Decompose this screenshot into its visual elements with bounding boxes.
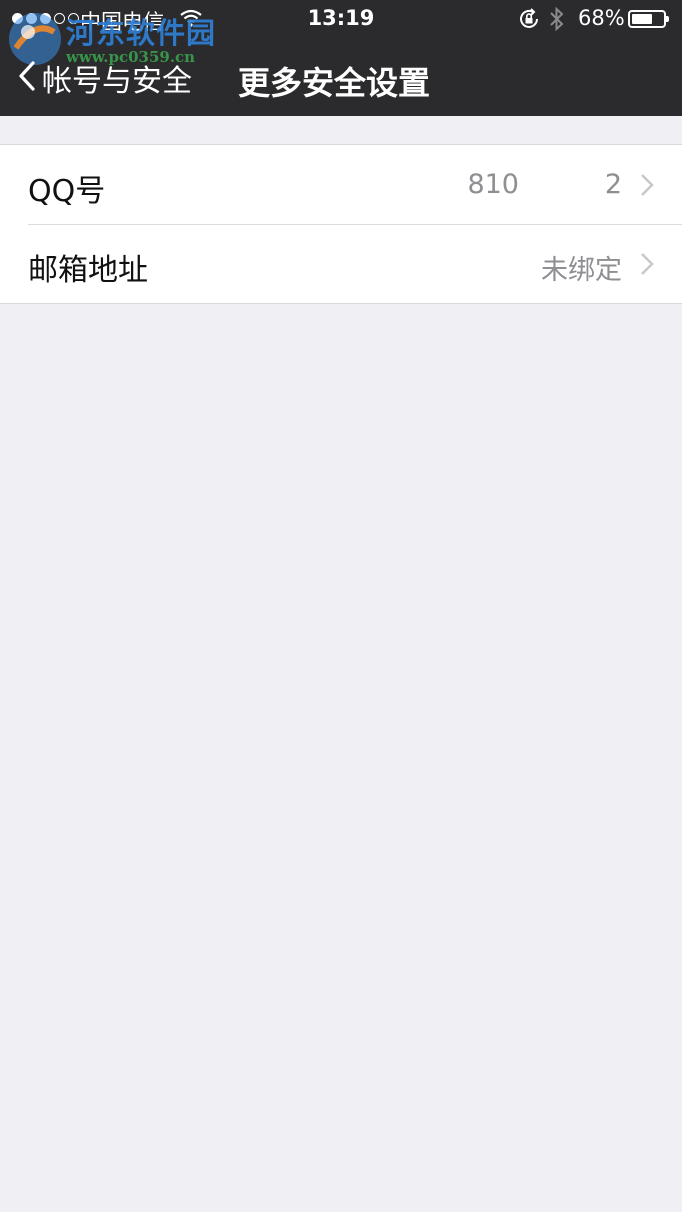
email-address-value: 未绑定 [541, 255, 622, 286]
back-button-label: 帐号与安全 [42, 64, 192, 99]
email-address-row[interactable]: 邮箱地址 未绑定 [0, 224, 682, 303]
rotation-lock-icon [518, 8, 540, 35]
email-address-label: 邮箱地址 [28, 253, 148, 288]
qq-number-label: QQ号 [28, 174, 106, 209]
battery-icon [628, 10, 669, 28]
back-button[interactable]: 帐号与安全 [18, 56, 192, 100]
navigation-bar: 中国电信 13:19 68% 河东软件园 www.pc0359.cn 帐号与安全… [0, 0, 682, 116]
battery-percent: 68% [578, 6, 625, 30]
qq-number-row[interactable]: QQ号 810 2 [0, 145, 682, 224]
back-chevron-icon [18, 60, 36, 96]
chevron-right-icon [640, 252, 654, 280]
watermark-title: 河东软件园 [66, 16, 217, 50]
chevron-right-icon [640, 173, 654, 201]
page-title: 更多安全设置 [238, 64, 431, 102]
qq-number-value: 810 2 [467, 169, 622, 200]
settings-list: QQ号 810 2 邮箱地址 未绑定 [0, 144, 682, 304]
bluetooth-icon [549, 6, 565, 37]
